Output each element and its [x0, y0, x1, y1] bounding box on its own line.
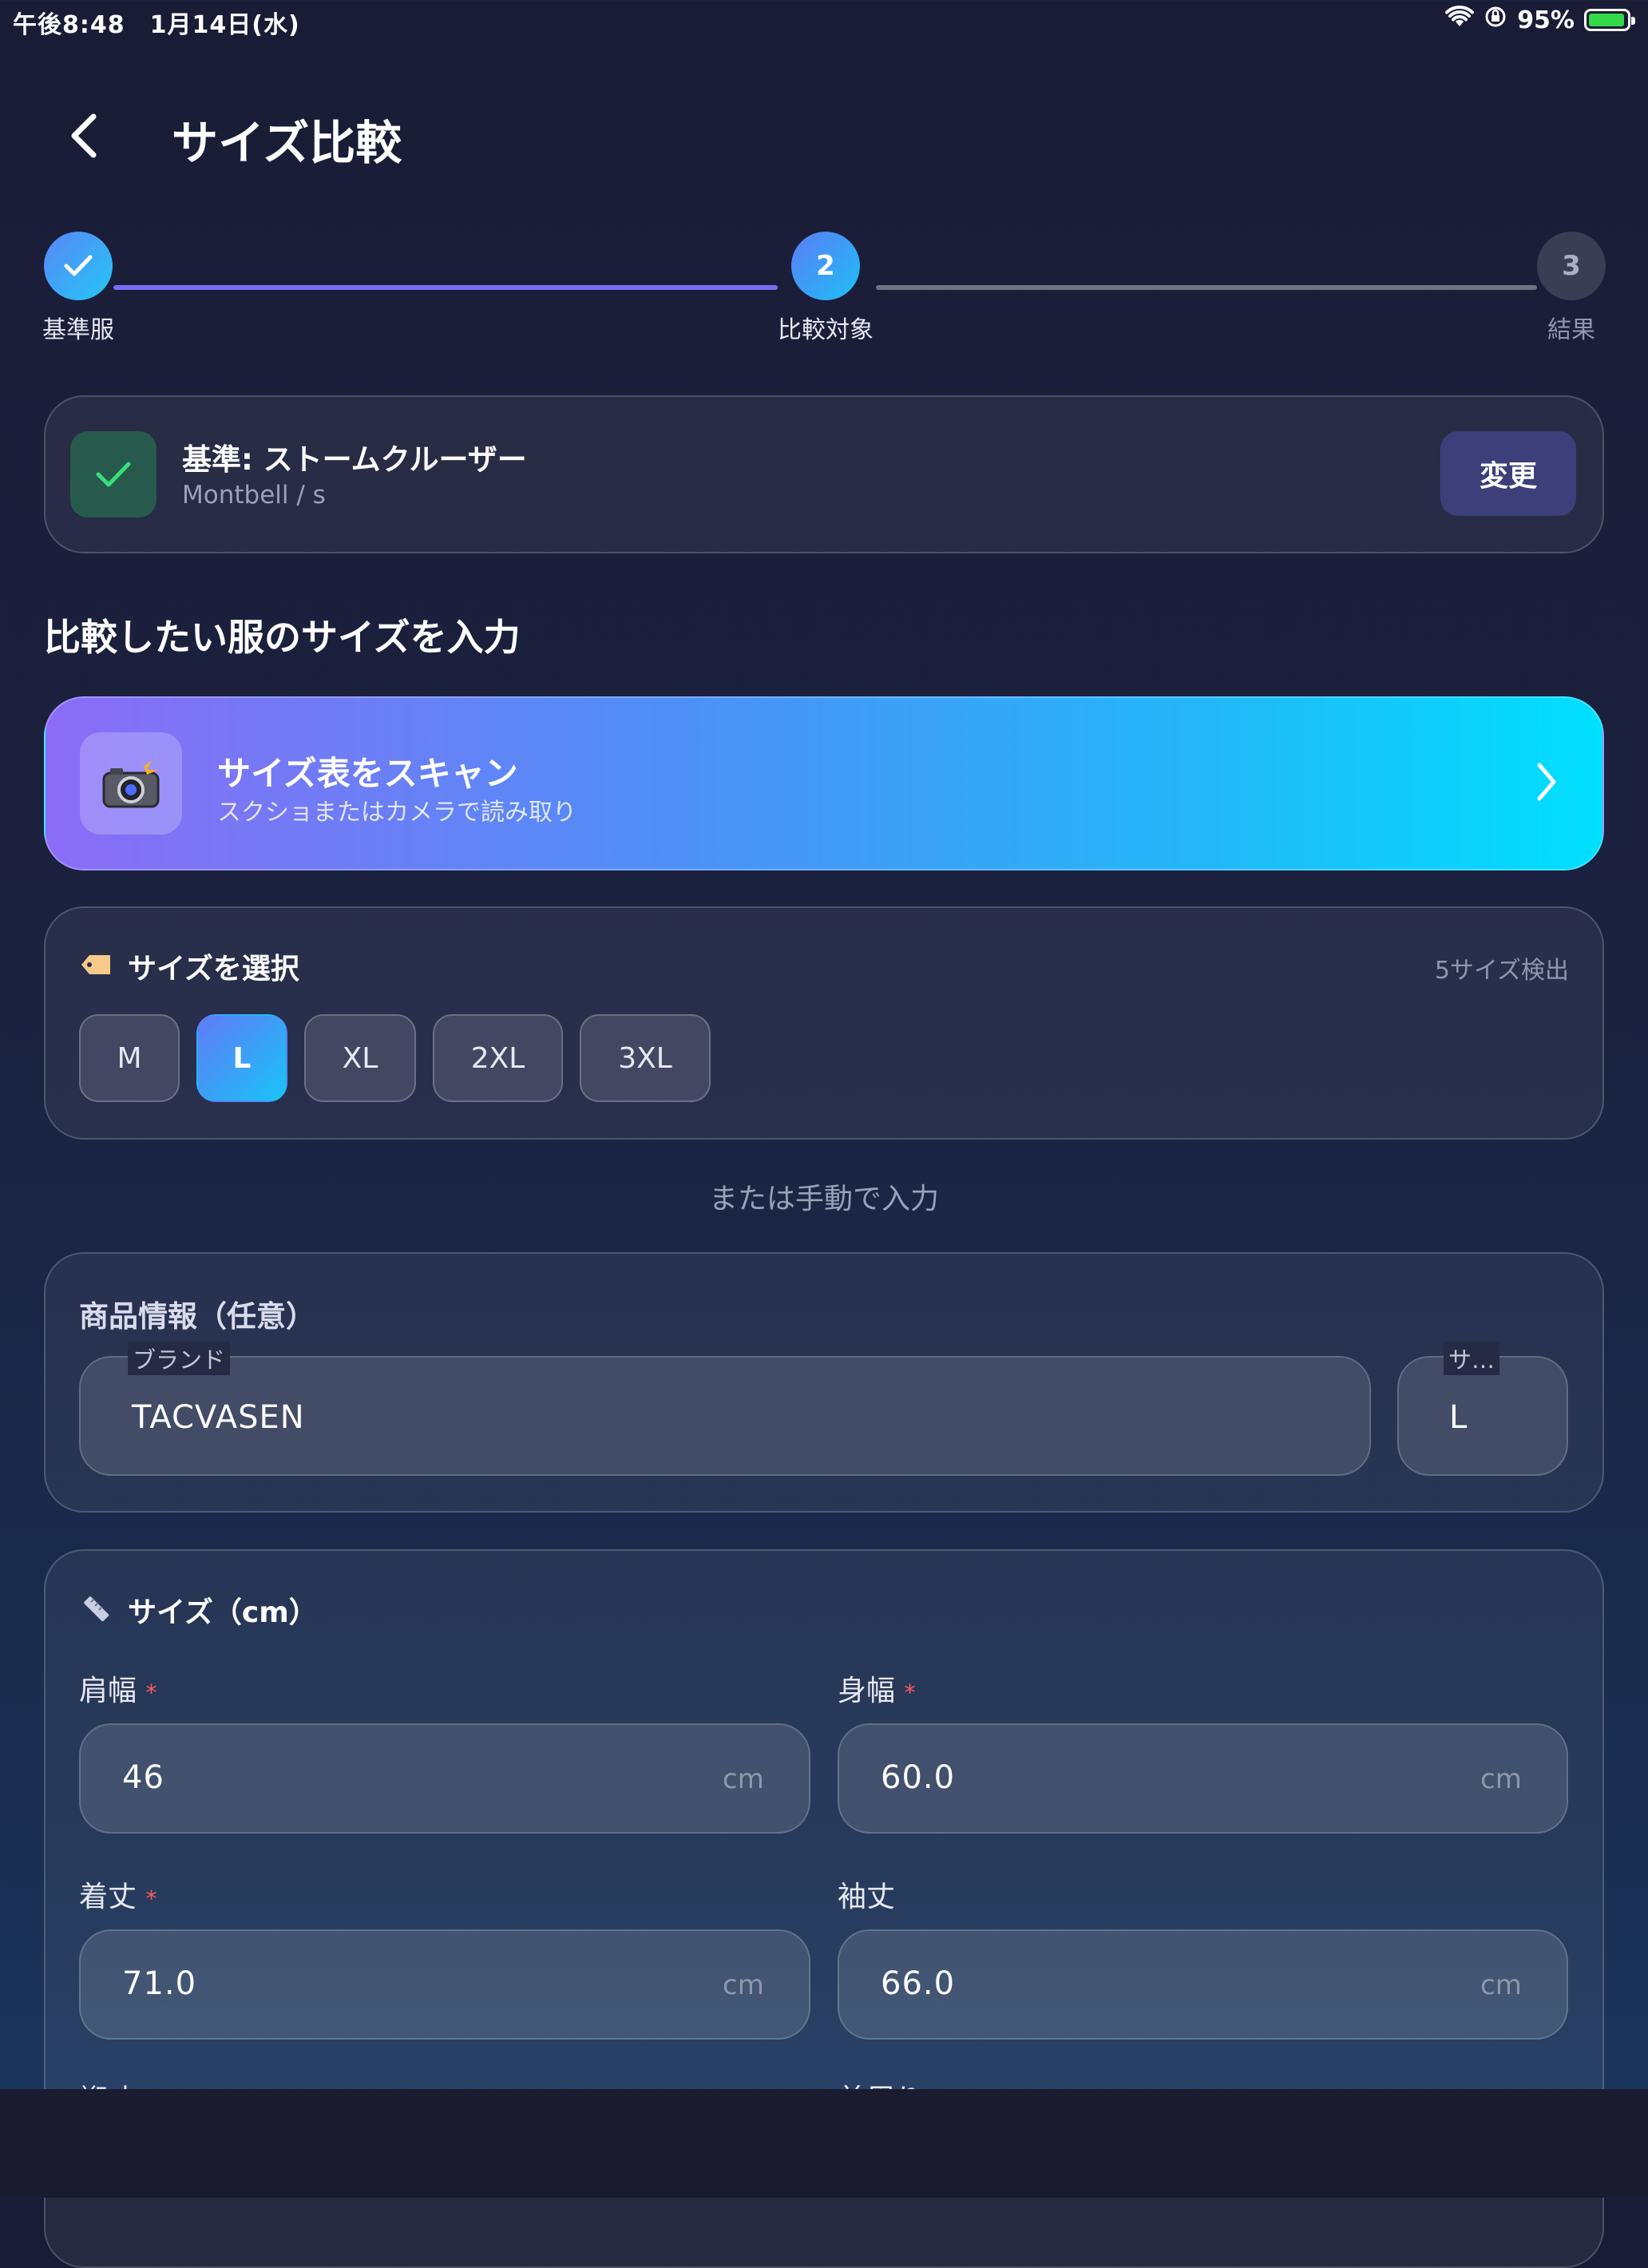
camera-flash-icon	[80, 732, 182, 835]
body-width-unit: cm	[1480, 1763, 1522, 1795]
step-3-label: 結果	[1547, 316, 1595, 344]
size-detected-count: 5サイズ検出	[1434, 957, 1569, 985]
brand-value: TACVASEN	[132, 1399, 305, 1436]
base-garment-title: 基準: ストームクルーザー	[182, 442, 527, 477]
size-label: サ…	[1444, 1342, 1500, 1375]
wifi-icon	[1445, 6, 1475, 34]
back-button[interactable]	[56, 108, 112, 164]
battery-charging-icon	[1584, 9, 1635, 31]
step-line-2	[876, 285, 1537, 290]
size-value: L	[1449, 1399, 1468, 1436]
required-mark: *	[904, 1679, 916, 1706]
shoulder-width-unit: cm	[723, 1763, 764, 1795]
sleeve-length-unit: cm	[1480, 1969, 1522, 2001]
size-select-title: サイズを選択	[128, 953, 299, 985]
change-button[interactable]: 変更	[1440, 431, 1576, 516]
check-icon	[96, 462, 131, 487]
step-line-1	[113, 285, 778, 290]
step-1-label: 基準服	[42, 316, 114, 344]
shoulder-width-label: 肩幅 *	[79, 1675, 157, 1707]
body-length-label: 着丈 *	[79, 1881, 157, 1913]
check-icon	[64, 255, 93, 276]
base-check-badge	[70, 431, 156, 517]
sleeve-length-value: 66.0	[881, 1965, 956, 2002]
status-time: 午後8:48 1月14日(水)	[13, 11, 300, 39]
status-icons: 95%	[1445, 5, 1635, 35]
size-chip-l[interactable]: L	[196, 1014, 287, 1102]
size-chip-xl[interactable]: XL	[304, 1014, 416, 1102]
scan-title: サイズ表をスキャン	[217, 754, 518, 793]
body-width-label: 身幅 *	[838, 1675, 916, 1707]
orientation-lock-icon	[1484, 5, 1507, 35]
section-title: 比較したい服のサイズを入力	[44, 616, 521, 659]
step-1-circle	[44, 232, 113, 300]
sleeve-length-label: 袖丈	[838, 1881, 896, 1913]
required-mark: *	[145, 1679, 157, 1706]
scan-subtitle: スクショまたはカメラで読み取り	[217, 799, 576, 827]
measurements-title: サイズ（cm）	[128, 1596, 318, 1629]
step-2-circle: 2	[791, 232, 860, 300]
ruler-icon	[80, 1592, 112, 1628]
manual-input-hint: または手動で入力	[708, 1183, 939, 1215]
step-2-label: 比較対象	[778, 316, 874, 344]
brand-label: ブランド	[128, 1342, 231, 1375]
tag-icon	[80, 954, 112, 979]
size-chip-2xl[interactable]: 2XL	[433, 1014, 563, 1102]
body-length-unit: cm	[723, 1969, 764, 2001]
bottom-bar	[0, 2089, 1648, 2198]
body-length-value: 71.0	[122, 1965, 197, 2002]
body-width-value: 60.0	[881, 1759, 956, 1796]
size-chip-3xl[interactable]: 3XL	[580, 1014, 711, 1102]
shoulder-width-value: 46	[122, 1759, 164, 1796]
size-chip-m[interactable]: M	[79, 1014, 180, 1102]
page-title: サイズ比較	[172, 116, 402, 170]
battery-percent: 95%	[1517, 6, 1575, 34]
step-3-circle: 3	[1537, 232, 1606, 300]
base-garment-subtitle: Montbell / s	[182, 481, 326, 510]
chevron-right-icon	[1533, 759, 1560, 808]
chevron-left-icon	[71, 113, 97, 158]
shoulder-width-input[interactable]	[79, 1723, 810, 1834]
product-info-title: 商品情報（任意）	[79, 1299, 315, 1334]
required-mark: *	[145, 1885, 157, 1912]
